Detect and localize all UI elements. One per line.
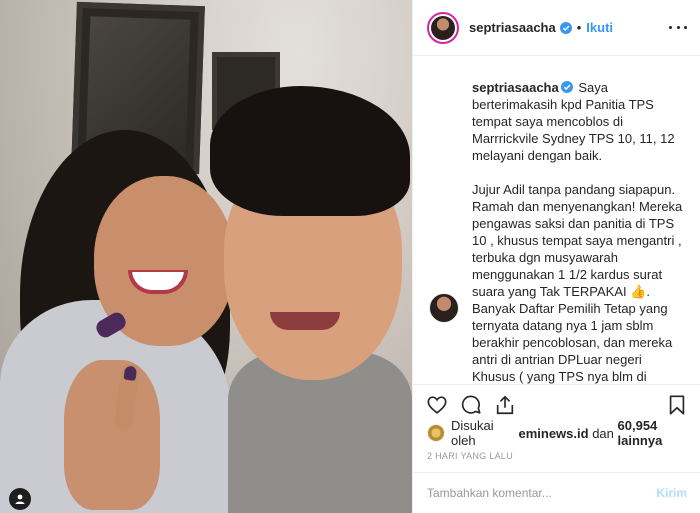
caption-text: septriasaacha Saya berterimakasih kpd Pa… [472,79,687,384]
header-username[interactable]: septriasaacha [469,20,556,35]
follow-button[interactable]: Ikuti [586,20,613,35]
caption-avatar[interactable] [427,291,461,325]
verified-badge-icon [559,21,572,34]
share-icon [496,395,514,414]
caption-body: Saya berterimakasih kpd Panitia TPS temp… [472,80,683,384]
caption: septriasaacha Saya berterimakasih kpd Pa… [427,79,687,384]
post-header: septriasaacha • Ikuti [413,0,700,56]
comments-section[interactable]: septriasaacha Saya berterimakasih kpd Pa… [413,57,700,384]
post-timestamp[interactable]: 2 HARI YANG LALU [427,451,513,461]
comment-form: Kirim [413,472,700,513]
comment-button[interactable] [459,393,483,417]
heart-icon [427,395,447,414]
save-button[interactable] [665,393,689,417]
liker-avatar[interactable] [427,424,445,442]
verified-badge-icon [560,81,573,93]
tagged-users-button[interactable] [9,488,31,510]
likes-user[interactable]: eminews.id [518,426,588,441]
comment-input[interactable] [427,486,649,500]
avatar[interactable] [427,11,459,44]
post-comment-button[interactable]: Kirim [656,486,687,500]
caption-username[interactable]: septriasaacha [472,80,559,95]
bookmark-icon [669,394,685,415]
share-button[interactable] [493,393,517,417]
user-icon [15,494,25,504]
likes-count[interactable]: 60,954 lainnya [618,418,697,448]
likes-summary[interactable]: Disukai oleh eminews.id dan 60,954 lainn… [427,418,697,448]
post-photo[interactable] [0,0,412,513]
hand [64,360,160,510]
separator-dot: • [576,20,582,35]
like-button[interactable] [425,393,449,417]
post-sidebar: septriasaacha • Ikuti septriasaacha Saya… [412,0,700,513]
likes-conj: dan [592,425,614,441]
more-options-icon[interactable] [669,26,687,32]
man-smile [270,312,340,330]
likes-prefix: Disukai oleh [451,418,494,448]
comment-icon [461,395,481,414]
